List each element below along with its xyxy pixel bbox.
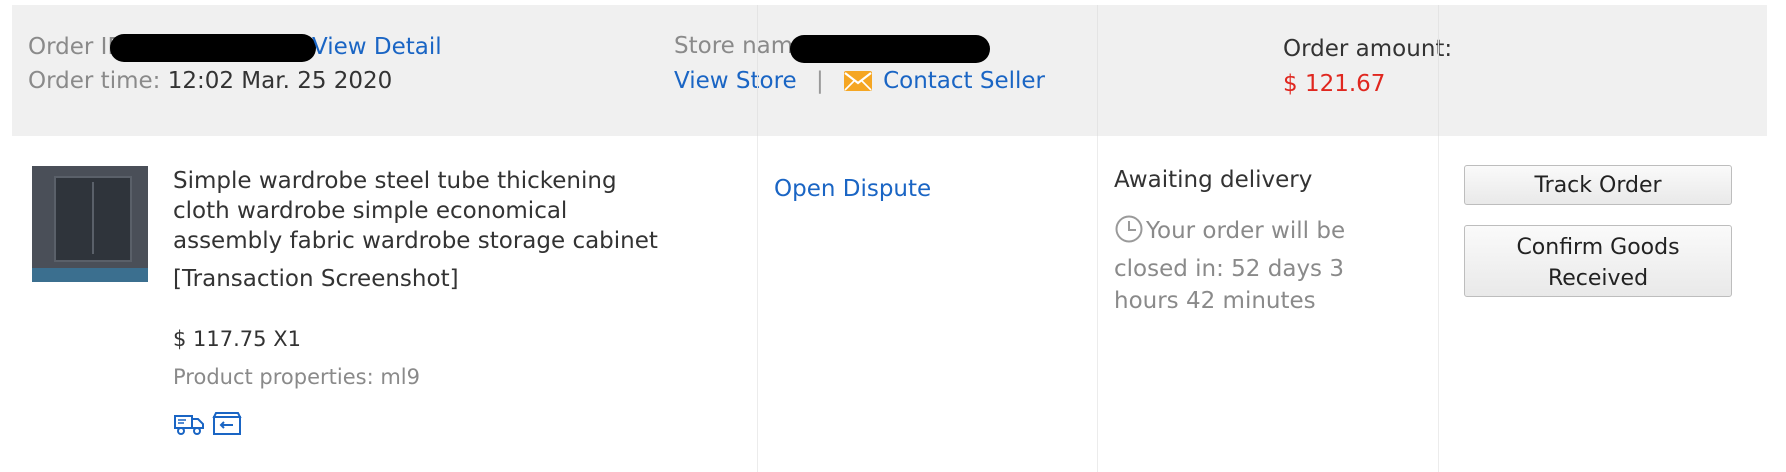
wardrobe-image bbox=[54, 176, 132, 262]
order-time: Order time: 12:02 Mar. 25 2020 bbox=[28, 68, 392, 94]
contact-seller-link[interactable]: Contact Seller bbox=[883, 68, 1045, 94]
product-thumbnail[interactable] bbox=[32, 166, 148, 282]
column-divider bbox=[757, 5, 758, 136]
store-links: View Store | Contact Seller bbox=[674, 68, 1045, 98]
product-title-link[interactable]: Simple wardrobe steel tube thickening cl… bbox=[173, 166, 673, 256]
order-amount-value: $ 121.67 bbox=[1283, 71, 1386, 97]
mail-icon[interactable] bbox=[843, 70, 873, 98]
open-dispute-link[interactable]: Open Dispute bbox=[774, 176, 931, 202]
order-countdown: Your order will be closed in: 52 days 3 … bbox=[1114, 214, 1414, 317]
order-item-row: Simple wardrobe steel tube thickening cl… bbox=[12, 136, 1767, 472]
product-properties: Product properties: ml9 bbox=[173, 365, 420, 389]
product-price: $ 117.75 X1 bbox=[173, 327, 301, 351]
column-divider bbox=[1097, 5, 1098, 136]
clock-icon bbox=[1114, 214, 1144, 253]
order-time-value: 12:02 Mar. 25 2020 bbox=[167, 68, 393, 94]
return-box-icon[interactable] bbox=[212, 411, 242, 441]
redacted-order-id bbox=[110, 34, 316, 62]
thumbnail-caption-strip bbox=[32, 268, 148, 282]
order-amount-label: Order amount: bbox=[1283, 36, 1453, 62]
redacted-store-name bbox=[790, 35, 990, 63]
order-status: Awaiting delivery bbox=[1114, 167, 1313, 193]
order-header: Order ID View Detail Order time: 12:02 M… bbox=[12, 5, 1767, 136]
order-time-label: Order time: bbox=[28, 68, 161, 94]
order-amount: Order amount: $ 121.67 bbox=[1262, 5, 1767, 136]
transaction-screenshot-link[interactable]: [Transaction Screenshot] bbox=[173, 266, 459, 292]
confirm-goods-received-button[interactable]: Confirm Goods Received bbox=[1464, 225, 1732, 297]
order-info: Order ID View Detail Order time: 12:02 M… bbox=[12, 5, 662, 136]
link-separator: | bbox=[816, 68, 824, 94]
countdown-text: Your order will be closed in: 52 days 3 … bbox=[1114, 218, 1346, 314]
shipping-truck-icon[interactable] bbox=[173, 411, 205, 441]
view-store-link[interactable]: View Store bbox=[674, 68, 797, 94]
column-divider bbox=[1438, 5, 1439, 136]
store-info: Store name: View Store | Contact Seller bbox=[662, 5, 1262, 136]
track-order-button[interactable]: Track Order bbox=[1464, 165, 1732, 205]
view-detail-link[interactable]: View Detail bbox=[312, 34, 442, 60]
